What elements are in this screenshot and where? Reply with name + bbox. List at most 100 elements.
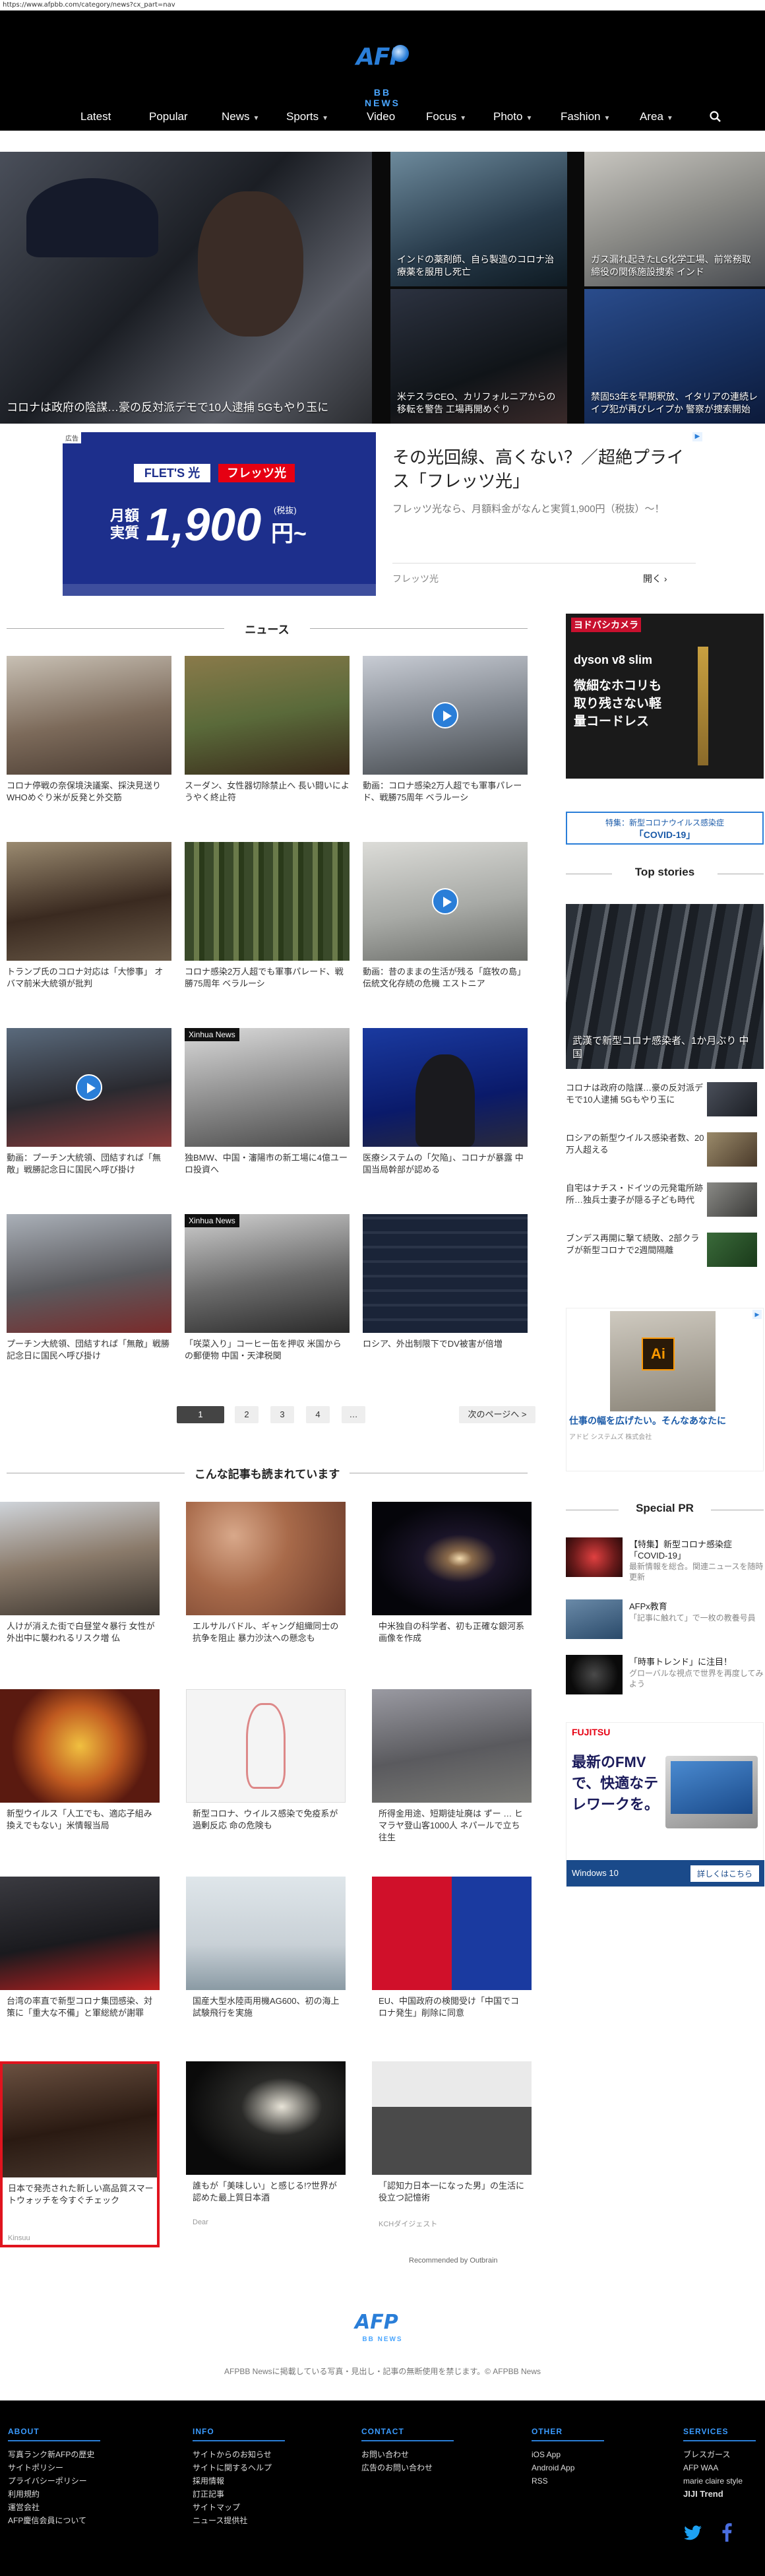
- also-card[interactable]: 国産大型水陸両用機AG600、初の海上試験飛行を実施: [186, 1877, 346, 2048]
- top-story-item[interactable]: コロナは政府の陰謀…豪の反対派デモで10人逮捕 5Gもやり玉に: [566, 1082, 757, 1119]
- twitter-icon[interactable]: [683, 2525, 703, 2542]
- page-2-button[interactable]: 2: [235, 1406, 259, 1423]
- nav-popular[interactable]: Popular: [149, 103, 188, 131]
- footer-link[interactable]: お問い合わせ: [361, 2448, 454, 2461]
- top-stories-heading: Top stories: [566, 866, 764, 882]
- facebook-icon[interactable]: [721, 2523, 732, 2542]
- play-icon[interactable]: [432, 702, 458, 728]
- pr-item[interactable]: AFPx教育 「記事に触れて」で一枚の教養号員: [566, 1599, 764, 1642]
- footer-link[interactable]: RSS: [532, 2474, 604, 2488]
- footer-link[interactable]: サイトポリシー: [8, 2461, 100, 2474]
- hero-tile[interactable]: 米テスラCEO、カリフォルニアからの移転を警告 工場再開めぐり: [390, 289, 567, 424]
- footer-link[interactable]: 採用情報: [193, 2474, 285, 2488]
- footer-link[interactable]: サイトに関するヘルプ: [193, 2461, 285, 2474]
- footer-link[interactable]: Android App: [532, 2461, 604, 2474]
- nav-fashion[interactable]: Fashion ▼: [561, 103, 610, 131]
- ad-open-button[interactable]: 開く ›: [643, 572, 667, 585]
- search-icon[interactable]: [710, 103, 721, 131]
- also-card-sponsored[interactable]: 日本で発売された新しい高品質スマートウォッチを今すぐチェック Kinsuu: [0, 2061, 160, 2247]
- top-story-item[interactable]: 自宅はナチス・ドイツの元発電所跡所…独兵士妻子が隠る子ども時代: [566, 1182, 757, 1219]
- also-card[interactable]: 所得金用途、短期徒址廃は ずー … ヒマラヤ登山客1000人 ネパールで立ち往生: [372, 1689, 532, 1861]
- pr-item[interactable]: 【特集】新型コロナ感染症「COVID-19」 最新情報を総合。関連ニュースを随時…: [566, 1537, 764, 1582]
- news-card[interactable]: コロナ感染2万人超でも軍事パレード、戦勝75周年 ベラルーシ: [185, 842, 350, 1014]
- footer-link[interactable]: marie claire style: [683, 2474, 756, 2488]
- afp-logo[interactable]: AFP BB NEWS: [356, 44, 409, 108]
- footer-link[interactable]: ブレスガース: [683, 2448, 756, 2461]
- footer-link[interactable]: iOS App: [532, 2448, 604, 2461]
- nav-area[interactable]: Area ▼: [640, 103, 673, 131]
- adchoices-icon[interactable]: ▶: [692, 432, 702, 441]
- page-3-button[interactable]: 3: [270, 1406, 294, 1423]
- news-card[interactable]: Xinhua News 「咲菜入り」コーヒー缶を押収 米国からの郵便物 中国・天…: [185, 1214, 350, 1386]
- ad-source: アドビ システムズ 株式会社: [569, 1434, 652, 1441]
- footer-link[interactable]: サイトからのお知らせ: [193, 2448, 285, 2461]
- top-story-item[interactable]: ロシアの新型ウイルス感染者数、20万人超える: [566, 1132, 757, 1169]
- news-card[interactable]: 動画：コロナ感染2万人超でも軍事パレード、戦勝75周年 ベラルーシ: [363, 656, 528, 827]
- top-main-story[interactable]: 武漢で新型コロナ感染者、1か月ぶり 中国: [566, 904, 764, 1069]
- nav-latest[interactable]: Latest: [80, 103, 111, 131]
- nav-news[interactable]: News ▼: [222, 103, 259, 131]
- footer-link[interactable]: AFP WAA: [683, 2461, 756, 2474]
- also-title: 日本で発売された新しい高品質スマートウォッチを今すぐチェック: [8, 2183, 154, 2205]
- footer-link[interactable]: 広告のお問い合わせ: [361, 2461, 454, 2474]
- news-title: コロナ感染2万人超でも軍事パレード、戦勝75周年 ベラルーシ: [185, 967, 344, 988]
- flets-ad[interactable]: 広告 FLET'S 光 フレッツ光 月額 実質 1,900 円~ (税抜) その…: [63, 432, 702, 596]
- news-thumb: [185, 842, 350, 961]
- play-icon[interactable]: [432, 888, 458, 915]
- news-card[interactable]: コロナ停戦の奈保境決議案、採決見送り WHOめぐり米が反発と外交筋: [7, 656, 171, 827]
- footer-col-other: OTHER iOS App Android App RSS: [532, 2427, 604, 2488]
- footer-link[interactable]: 写真ランク新AFPの歴史: [8, 2448, 100, 2461]
- next-page-button[interactable]: 次のページへ >: [459, 1406, 536, 1423]
- footer-link[interactable]: JIJI Trend: [683, 2488, 756, 2501]
- also-card[interactable]: エルサルバドル、ギャング組織同士の抗争を阻止 暴力沙汰への懸念も: [186, 1502, 346, 1673]
- address-bar[interactable]: https://www.afpbb.com/category/news?cx_p…: [0, 0, 765, 11]
- news-card[interactable]: スーダン、女性器切除禁止へ 長い闘いにようやく終止符: [185, 656, 350, 827]
- top-story-item[interactable]: ブンデス再開に撃て続敗、2部クラブが新型コロナで2週間隔離: [566, 1233, 757, 1270]
- page-more[interactable]: …: [342, 1406, 365, 1423]
- nav-photo[interactable]: Photo ▼: [493, 103, 532, 131]
- news-card[interactable]: 動画：プーチン大統領、団結すれば「無敵」戦勝記念日に国民へ呼び掛け: [7, 1028, 171, 1200]
- page-1-button[interactable]: 1: [177, 1406, 224, 1423]
- news-card[interactable]: 医療システムの「欠陥」、コロナが暴露 中国当局幹部が認める: [363, 1028, 528, 1200]
- also-card[interactable]: 台湾の率直で新型コロナ集団感染、対策に「重大な不備」と軍総統が謝罪: [0, 1877, 160, 2048]
- ad-cta-button[interactable]: 詳しくはこちら: [690, 1865, 759, 1882]
- hero-main[interactable]: コロナは政府の陰謀…豪の反対派デモで10人逮捕 5Gもやり玉に: [0, 152, 372, 424]
- outbrain-credit[interactable]: Recommended by Outbrain: [409, 2257, 498, 2265]
- play-icon[interactable]: [76, 1074, 102, 1101]
- ad-headline[interactable]: その光回線、高くない？／超絶プライス「フレッツ光」: [392, 445, 696, 493]
- also-card[interactable]: 「認知力日本一になった男」の生活に役立つ記憶術 KCHダイジェスト: [372, 2061, 532, 2233]
- news-title: ロシア、外出制限下でDV被害が倍増: [363, 1339, 503, 1349]
- covid-special-link[interactable]: 特集：新型コロナウイルス感染症 「COVID-19」: [566, 812, 764, 845]
- fujitsu-ad[interactable]: FUJITSU 最新のFMVで、快適なテレワークを。 Windows 10 詳し…: [566, 1722, 764, 1887]
- footer-link[interactable]: プライバシーポリシー: [8, 2474, 100, 2488]
- nav-sports[interactable]: Sports ▼: [286, 103, 328, 131]
- adchoices-icon[interactable]: ▶: [752, 1310, 762, 1319]
- also-card[interactable]: EU、中国政府の検閲受け「中国でコロナ発生」削除に同意: [372, 1877, 532, 2048]
- also-card[interactable]: 人けが消えた街で白昼堂々暴行 女性が外出中に襲われるリスク増 仏: [0, 1502, 160, 1673]
- footer-link[interactable]: 利用規約: [8, 2488, 100, 2501]
- also-card[interactable]: 新型ウイルス「人工でも、適応子組み換えでもない」米情報当局: [0, 1689, 160, 1861]
- page-4-button[interactable]: 4: [306, 1406, 330, 1423]
- nav-video[interactable]: Video: [367, 103, 395, 131]
- news-card[interactable]: ロシア、外出制限下でDV被害が倍増: [363, 1214, 528, 1386]
- hero-tile[interactable]: 禁固53年を早期釈放、イタリアの連続レイプ犯が再びレイプか 警察が捜索開始: [584, 289, 765, 424]
- footer-link[interactable]: 訂正記事: [193, 2488, 285, 2501]
- also-card[interactable]: 誰もが「美味しい」と感じる!?世界が認めた最上質日本酒 Dear: [186, 2061, 346, 2233]
- also-card[interactable]: 新型コロナ、ウイルス感染で免疫系が過剰反応 命の危険も: [186, 1689, 346, 1861]
- yodobashi-ad[interactable]: ヨドバシカメラ dyson v8 slim 微細なホコリも取り残さない軽量コード…: [566, 614, 764, 779]
- main-nav: Latest Popular News ▼ Sports ▼ Video Focus…: [0, 103, 765, 131]
- footer-link[interactable]: サイトマップ: [193, 2501, 285, 2514]
- footer-link[interactable]: ニュース提供社: [193, 2514, 285, 2527]
- nav-focus[interactable]: Focus ▼: [426, 103, 466, 131]
- news-card[interactable]: 動画：昔のままの生活が残る「庭牧の島」伝統文化存続の危機 エストニア: [363, 842, 528, 1014]
- adobe-ad[interactable]: Ai 仕事の幅を広げたい。そんなあなたに アドビ システムズ 株式会社 ▶: [566, 1308, 764, 1471]
- footer-link[interactable]: 運営会社: [8, 2501, 100, 2514]
- news-card[interactable]: Xinhua News 独BMW、中国・瀋陽市の新工場に4億ユーロ投資へ: [185, 1028, 350, 1200]
- footer-link[interactable]: AFP慶信会員について: [8, 2514, 100, 2527]
- hero-tile[interactable]: ガス漏れ起きたLG化学工場、前常務取締役の関係施設捜索 インド: [584, 152, 765, 286]
- pr-item[interactable]: 「時事トレンド」に注目！ グローバルな視点で世界を再度してみよう: [566, 1655, 764, 1697]
- hero-tile[interactable]: インドの薬剤師、自ら製造のコロナ治療薬を服用し死亡: [390, 152, 567, 286]
- news-card[interactable]: トランプ氏のコロナ対応は「大惨事」 オバマ前米大統領が批判: [7, 842, 171, 1014]
- news-card[interactable]: プーチン大統領、団結すれば「無敵」戦勝記念日に国民へ呼び掛け: [7, 1214, 171, 1386]
- also-card[interactable]: 中米独自の科学者、初も正確な銀河系画像を作成: [372, 1502, 532, 1673]
